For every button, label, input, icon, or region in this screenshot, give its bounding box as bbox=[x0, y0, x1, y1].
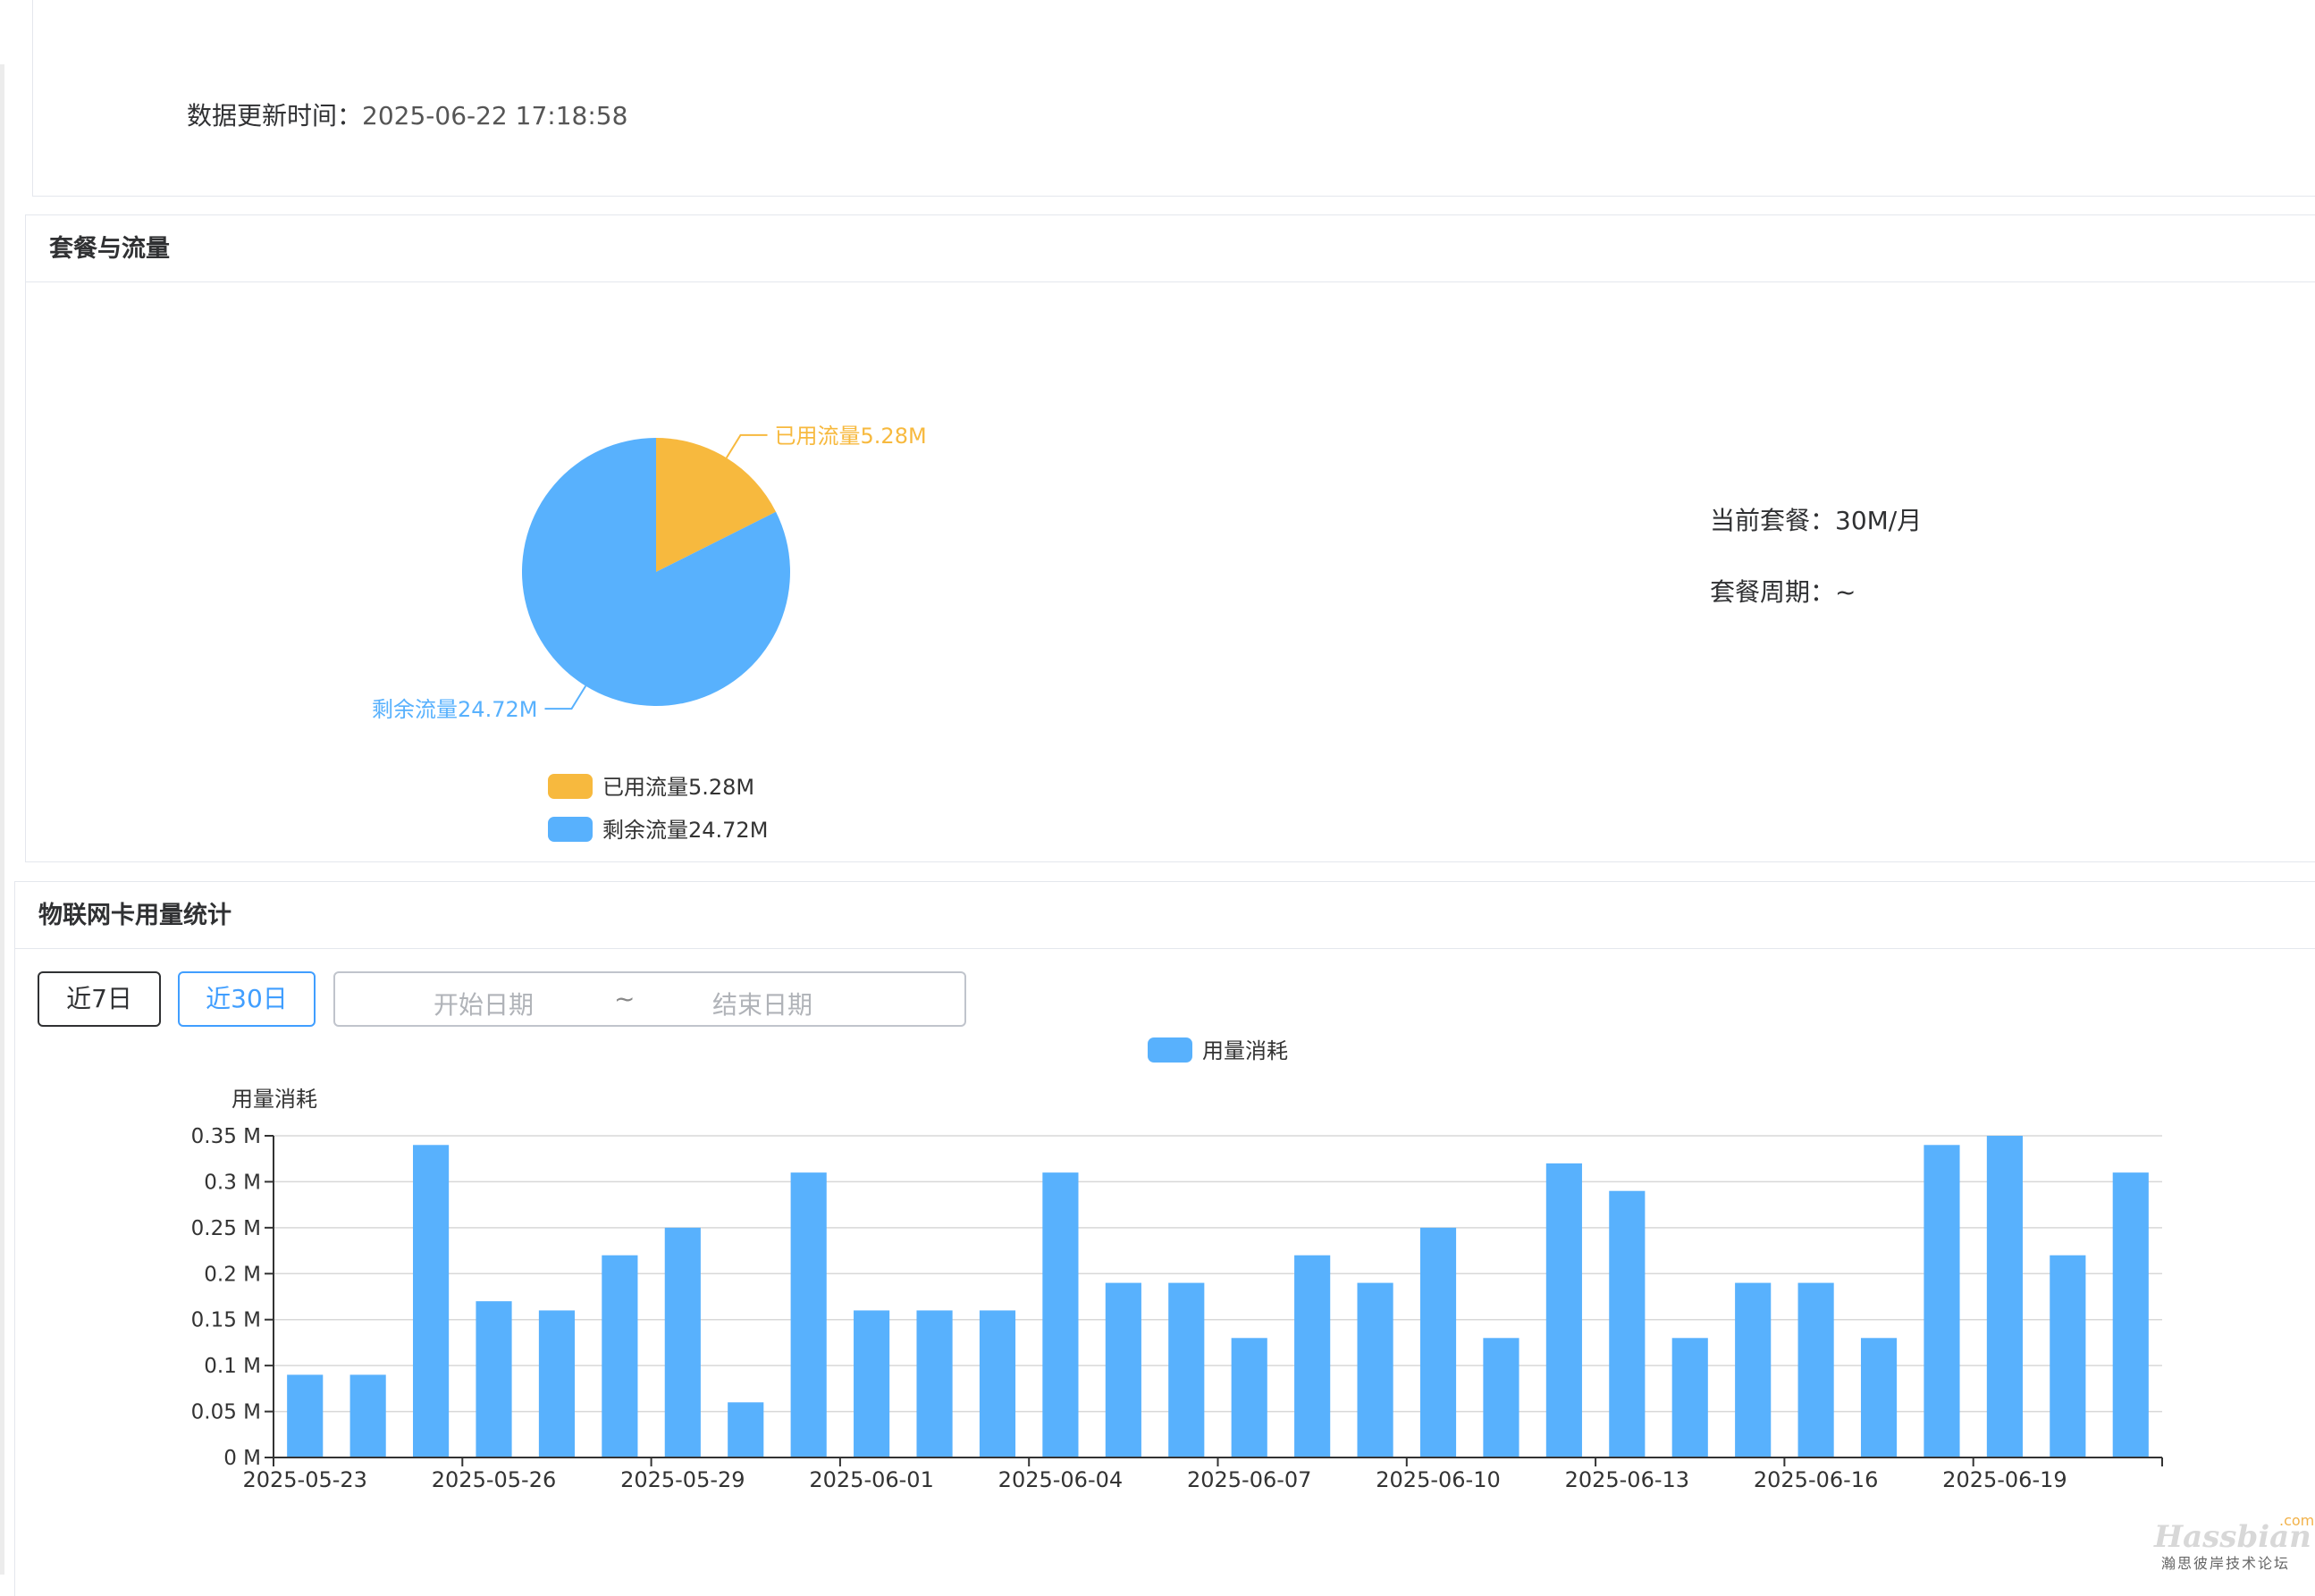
y-axis-title: 用量消耗 bbox=[232, 1087, 317, 1112]
usage-bar-22 bbox=[1671, 1338, 1708, 1457]
usage-bar-6 bbox=[664, 1227, 701, 1457]
watermark-domain: .com bbox=[2279, 1512, 2315, 1529]
usage-bar-24 bbox=[1797, 1282, 1834, 1457]
usage-bar-16 bbox=[1294, 1255, 1331, 1457]
usage-bar-3 bbox=[476, 1301, 512, 1457]
usage-bar-2 bbox=[413, 1145, 450, 1457]
usage-bar-13 bbox=[1105, 1282, 1141, 1457]
usage-bar-10 bbox=[916, 1310, 953, 1457]
y-tick-label-6: 0.3 M bbox=[204, 1171, 261, 1194]
usage-stats-panel: 物联网卡用量统计 近7日 近30日 开始日期 ~ 结束日期 0 M 0.05 M0… bbox=[14, 881, 2315, 1596]
bar-legend-swatch bbox=[1148, 1037, 1192, 1063]
x-tick-label-18: 2025-06-10 bbox=[1376, 1467, 1500, 1492]
usage-bar-26 bbox=[1924, 1145, 1960, 1457]
usage-bar-5 bbox=[602, 1255, 638, 1457]
usage-bar-11 bbox=[979, 1310, 1016, 1457]
usage-bar-27 bbox=[1986, 1136, 2023, 1457]
usage-bar-20 bbox=[1545, 1163, 1582, 1457]
usage-bar-18 bbox=[1419, 1227, 1457, 1457]
bar-legend-label: 用量消耗 bbox=[1202, 1038, 1288, 1063]
x-tick-label-21: 2025-06-13 bbox=[1565, 1467, 1689, 1492]
watermark-forum-name: 瀚思彼岸技术论坛 bbox=[2161, 1555, 2291, 1572]
x-tick-label-12: 2025-06-04 bbox=[998, 1467, 1123, 1492]
usage-bar-25 bbox=[1860, 1338, 1898, 1457]
usage-bar-29 bbox=[2112, 1172, 2149, 1457]
y-tick-label-7: 0.35 M bbox=[191, 1125, 261, 1148]
x-tick-label-6: 2025-05-29 bbox=[620, 1467, 745, 1492]
usage-bar-12 bbox=[1042, 1172, 1079, 1457]
usage-bar-21 bbox=[1609, 1190, 1646, 1457]
usage-bar-15 bbox=[1231, 1338, 1267, 1457]
usage-bar-7 bbox=[728, 1402, 764, 1457]
usage-bar-19 bbox=[1483, 1338, 1519, 1457]
x-tick-label-0: 2025-05-23 bbox=[242, 1467, 366, 1492]
usage-bar-23 bbox=[1735, 1282, 1772, 1457]
usage-bar-28 bbox=[2050, 1255, 2086, 1457]
usage-bar-9 bbox=[854, 1310, 890, 1457]
usage-bar-8 bbox=[790, 1172, 827, 1457]
x-tick-label-27: 2025-06-19 bbox=[1942, 1467, 2067, 1492]
usage-bar-chart: 0 M0.05 M0.1 M0.15 M0.2 M0.25 M0.3 M0.35… bbox=[191, 1037, 2163, 1492]
usage-bar-1 bbox=[349, 1374, 386, 1457]
site-watermark: Hassbian .com 瀚思彼岸技术论坛 bbox=[2154, 1512, 2314, 1573]
x-tick-label-24: 2025-06-16 bbox=[1754, 1467, 1878, 1492]
x-tick-label-9: 2025-06-01 bbox=[809, 1467, 933, 1492]
y-tick-label-5: 0.25 M bbox=[191, 1217, 261, 1240]
usage-bar-17 bbox=[1357, 1282, 1393, 1457]
y-tick-label-1: 0.05 M bbox=[191, 1401, 261, 1424]
y-tick-label-3: 0.15 M bbox=[191, 1309, 261, 1332]
x-tick-label-3: 2025-05-26 bbox=[432, 1467, 556, 1492]
y-tick-label-4: 0.2 M bbox=[204, 1263, 261, 1286]
usage-bar-0 bbox=[287, 1374, 324, 1457]
usage-bar-14 bbox=[1168, 1282, 1205, 1457]
usage-bar-4 bbox=[538, 1310, 576, 1457]
x-tick-label-15: 2025-06-07 bbox=[1187, 1467, 1311, 1492]
y-tick-label-2: 0.1 M bbox=[204, 1355, 261, 1378]
